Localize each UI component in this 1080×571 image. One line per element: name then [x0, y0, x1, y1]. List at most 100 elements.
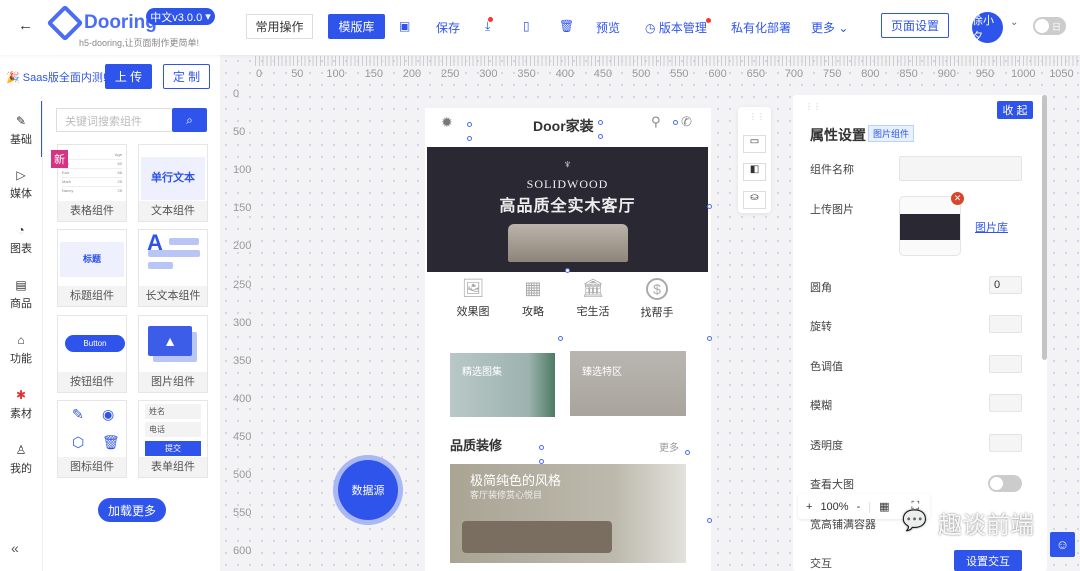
private-deploy-link[interactable]: 私有化部署 — [731, 19, 791, 36]
version-manage-button[interactable]: ◷ 版本管理 — [645, 18, 711, 36]
icon-nav-effect[interactable]: 🖼 效果图 — [445, 278, 501, 319]
radius-input[interactable]: 0 — [989, 276, 1022, 294]
upload-button[interactable]: 上 传 — [105, 64, 152, 89]
search-button[interactable]: ⌕ — [172, 108, 207, 132]
zoom-in-button[interactable]: + — [806, 501, 812, 513]
icon-nav-helper[interactable]: $ 找帮手 — [629, 278, 685, 320]
gallery-link[interactable]: 图片库 — [975, 219, 1008, 235]
component-card-longtext[interactable]: A 长文本组件 — [138, 229, 208, 307]
datasource-button[interactable]: 数据源 — [338, 460, 398, 520]
section-more-link[interactable]: 更多 — [659, 439, 679, 454]
nav-item-function[interactable]: ⌂ 功能 — [0, 333, 42, 366]
user-menu-chevron-icon[interactable]: ⌄ — [1010, 17, 1018, 28]
hue-input[interactable] — [989, 355, 1022, 373]
ruler-tick-label: 950 — [975, 68, 995, 80]
zoom-out-button[interactable]: - — [857, 501, 861, 513]
feature-image[interactable]: 极简纯色的风格 客厅装修赏心悦目 — [450, 464, 686, 563]
uploaded-image-thumb[interactable] — [899, 196, 961, 256]
save-draft-icon[interactable]: ▣ — [399, 19, 410, 33]
feature-title: 极简纯色的风格 — [470, 473, 562, 488]
component-search-input[interactable]: 关键词搜索组件 — [56, 108, 172, 132]
mobile-preview-icon[interactable]: ▯ — [523, 19, 530, 33]
assistant-bot-button[interactable]: ☺ — [1050, 532, 1075, 557]
rotate-input[interactable] — [989, 315, 1022, 333]
user-icon: ♙ — [15, 443, 27, 457]
nav-item-material[interactable]: ✱ 素材 — [0, 388, 42, 421]
page-settings-button[interactable]: 页面设置 — [881, 13, 949, 38]
form-preview-submit: 提交 — [145, 441, 201, 456]
ruler-tick-label: 300 — [479, 68, 498, 80]
icon-nav-guide[interactable]: ▦ 攻略 — [505, 278, 561, 319]
ruler-tick-label: 700 — [784, 68, 804, 80]
logo-icon — [46, 4, 84, 42]
preview-button[interactable]: 预览 — [596, 19, 620, 36]
banner-image[interactable]: ♆ SOLIDWOOD 高品质全实木客厅 — [427, 147, 708, 272]
template-lib-button[interactable]: 模版库 — [328, 14, 385, 39]
field-label-radius: 圆角 — [810, 282, 832, 294]
view-toolbar: ⋮⋮ ▭ ◧ ⛀ — [738, 107, 771, 213]
paint-bucket-icon[interactable]: ⛀ — [743, 191, 766, 209]
back-button[interactable]: ← — [18, 17, 33, 34]
save-button[interactable]: 保存 — [436, 19, 460, 36]
component-label: 图标组件 — [58, 457, 126, 477]
pie-chart-icon: ◔ — [17, 223, 25, 237]
phone-canvas[interactable]: ✹ Door家装 ⚲ ✆ ♆ SOLIDWOOD 高品质全实木客厅 🖼 效果图 ▦… — [425, 108, 712, 571]
nav-item-goods[interactable]: ▤ 商品 — [0, 278, 42, 311]
ruler-tick-label: 50 — [291, 68, 304, 80]
remove-image-icon[interactable]: ✕ — [951, 192, 964, 205]
more-label: 更多 — [811, 21, 836, 35]
blur-input[interactable] — [989, 394, 1022, 412]
nav-item-media[interactable]: ▷ 媒体 — [0, 168, 42, 201]
drag-handle-icon[interactable]: ⋮⋮ — [749, 112, 765, 121]
icon-nav-home-life[interactable]: 🏛 宅生活 — [565, 278, 621, 319]
tile-gallery[interactable]: 精选图集 — [450, 353, 555, 417]
desktop-view-icon[interactable]: ▭ — [743, 135, 766, 153]
view-large-toggle[interactable] — [988, 475, 1022, 492]
tile-label: 臻选特区 — [582, 367, 622, 378]
theme-toggle[interactable]: 日 — [1033, 17, 1066, 35]
ruler-tick-label: 100 — [326, 68, 345, 80]
saas-promo-text[interactable]: 🎉 Saas版全面内测! — [6, 69, 106, 85]
cell: 60 — [117, 161, 122, 166]
more-menu[interactable]: 更多 ⌄ — [811, 19, 848, 36]
ruler-tick-label: 1050 — [1049, 68, 1074, 80]
set-interaction-button[interactable]: 设置交互 — [954, 550, 1022, 571]
ruler-tick-label: 350 — [233, 354, 252, 367]
component-card-form[interactable]: 姓名 电话 提交 表单组件 — [138, 400, 208, 478]
grid-icon[interactable]: ▦ — [879, 500, 889, 513]
image-icon: 🖼 — [461, 278, 485, 298]
panel-scrollbar[interactable] — [1042, 95, 1047, 360]
cell: Eair — [62, 170, 70, 175]
component-type-tag: 图片组件 — [868, 125, 915, 142]
custom-button[interactable]: 定 制 — [163, 64, 210, 89]
language-version-dropdown[interactable]: 中文v3.0.0 ▾ — [146, 8, 215, 25]
ruler-tick-label: 550 — [233, 507, 252, 520]
layout-icon[interactable]: ◧ — [743, 163, 766, 181]
component-card-image[interactable]: ▲ 图片组件 — [138, 315, 208, 393]
common-ops-button[interactable]: 常用操作 — [246, 14, 313, 39]
user-avatar[interactable]: 徐小夕 — [972, 12, 1003, 43]
delete-icon[interactable]: 🗑 — [559, 19, 574, 33]
tile-special[interactable]: 臻选特区 — [570, 351, 686, 416]
component-card-icon[interactable]: ✎ ◉ ⬡ 🗑 图标组件 — [57, 400, 127, 478]
collapse-sidebar-icon[interactable]: « — [11, 540, 19, 556]
component-label: 文本组件 — [139, 201, 207, 221]
collapse-panel-button[interactable]: 收 起 — [997, 101, 1033, 119]
image-icon: ▲ — [148, 326, 192, 356]
ruler-tick-label: 100 — [233, 164, 252, 177]
component-card-title[interactable]: 标题 标题组件 — [57, 229, 127, 307]
nav-item-basic[interactable]: ✎ 基础 — [0, 114, 42, 147]
deer-logo-icon: ♆ — [563, 157, 572, 171]
opacity-input[interactable] — [989, 434, 1022, 452]
load-more-button[interactable]: 加载更多 — [98, 498, 166, 522]
download-icon[interactable]: ⤓ — [485, 17, 494, 34]
nav-item-mine[interactable]: ♙ 我的 — [0, 443, 42, 476]
drag-handle-icon[interactable]: ⋮⋮ — [805, 102, 821, 111]
component-name-input[interactable] — [899, 156, 1022, 181]
component-card-table[interactable]: Age Eair 60 Eair 66 Mark 25 Nancy 25 新 表… — [51, 144, 127, 222]
nav-item-chart[interactable]: ◔ 图表 — [0, 223, 42, 256]
component-card-button[interactable]: Button 按钮组件 — [57, 315, 127, 393]
banner-cn: 高品质全实木客厅 — [499, 198, 636, 215]
nav-label: 图表 — [10, 243, 32, 255]
component-card-text[interactable]: 单行文本 文本组件 — [138, 144, 208, 222]
